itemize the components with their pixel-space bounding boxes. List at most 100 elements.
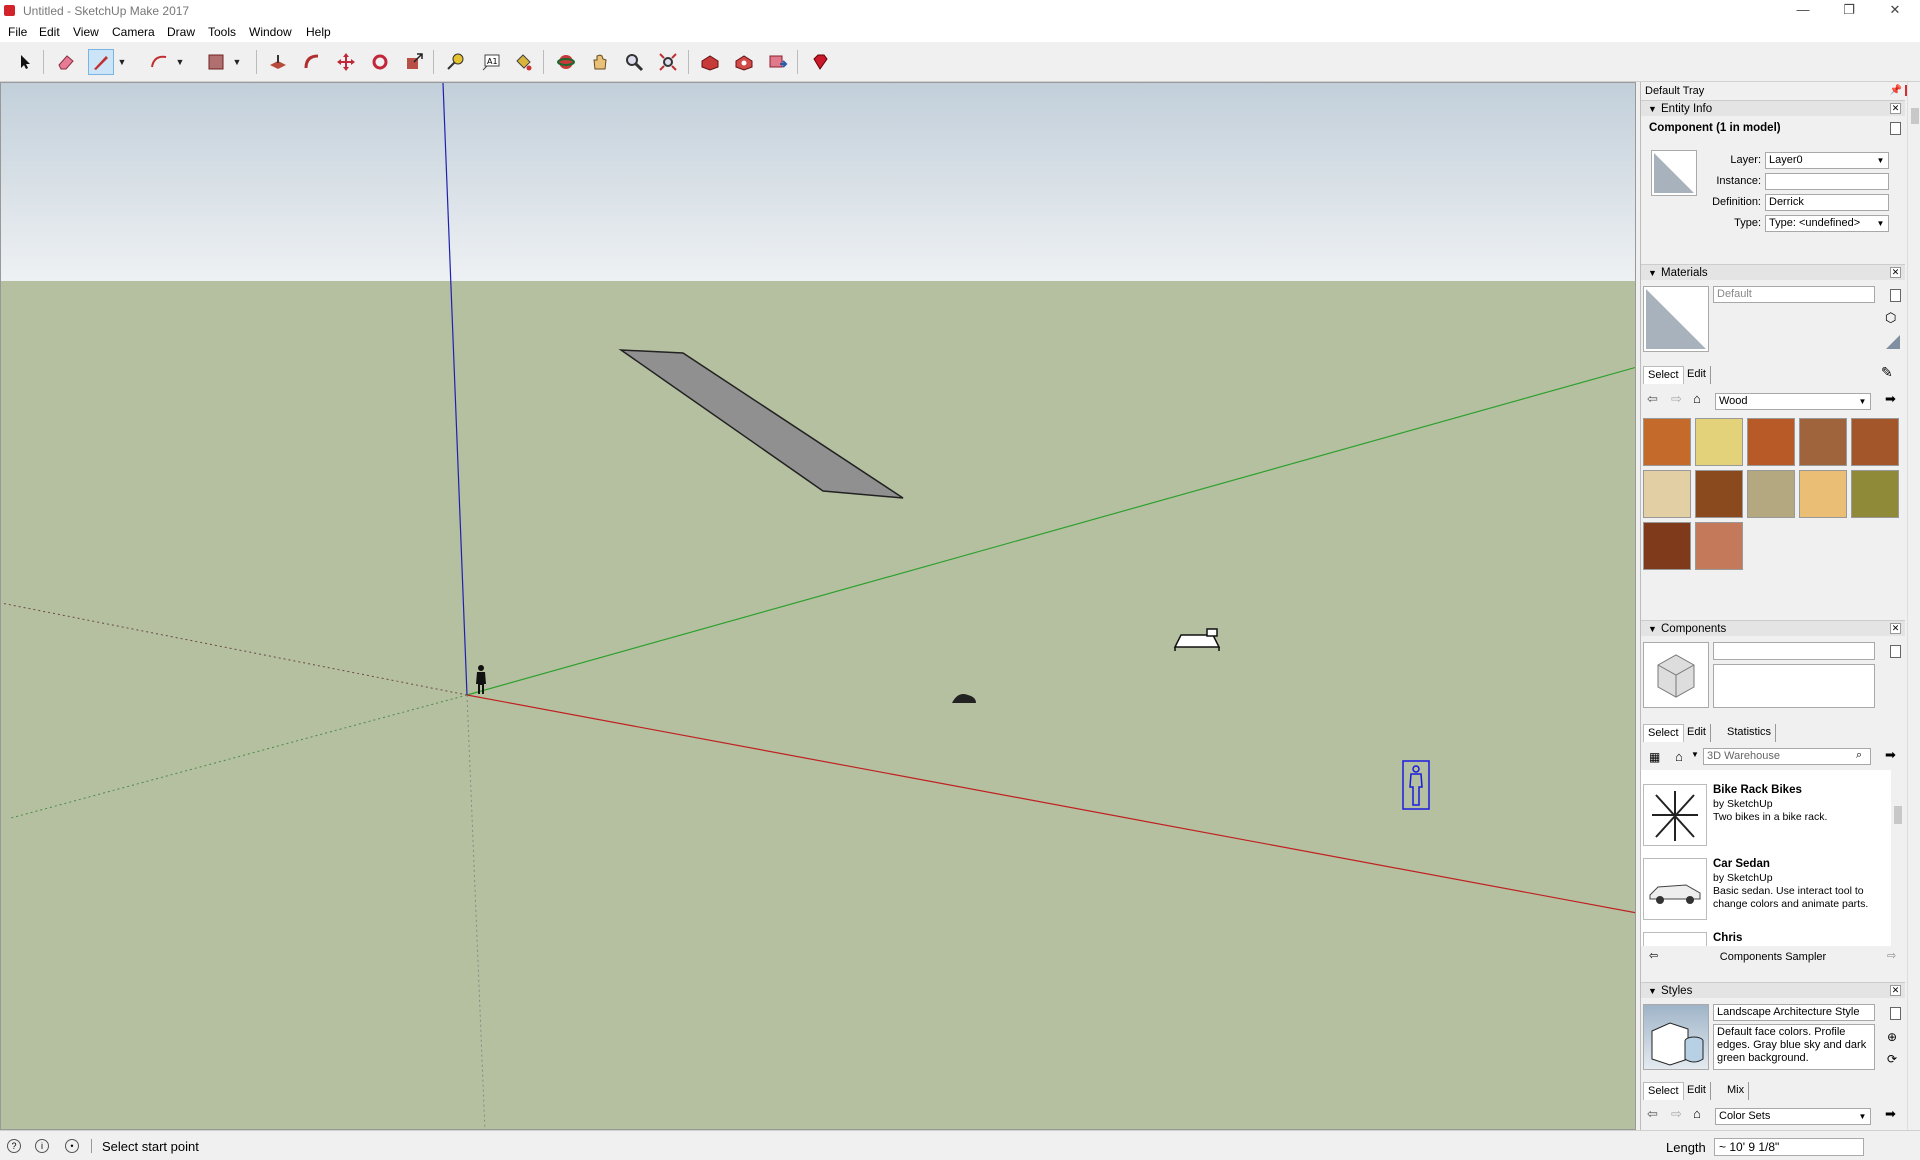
- close-button[interactable]: ✕: [1872, 0, 1918, 22]
- view-options-icon[interactable]: ▦: [1649, 750, 1660, 764]
- material-name-input[interactable]: Default: [1713, 286, 1875, 303]
- material-swatch[interactable]: [1643, 470, 1691, 518]
- style-name-input[interactable]: Landscape Architecture Style: [1713, 1004, 1875, 1021]
- panel-close-icon[interactable]: ✕: [1890, 623, 1901, 634]
- credits-icon[interactable]: i: [35, 1139, 49, 1153]
- paint-bucket-icon[interactable]: [510, 49, 536, 75]
- list-item[interactable]: Bike Rack Bikes by SketchUp Two bikes in…: [1643, 784, 1888, 854]
- type-select[interactable]: Type: <undefined> ▼: [1765, 215, 1889, 232]
- back-icon[interactable]: ⇦: [1649, 949, 1658, 962]
- material-swatch[interactable]: [1695, 470, 1743, 518]
- material-swatch[interactable]: [1747, 418, 1795, 466]
- style-desc-input[interactable]: Default face colors. Profile edges. Gray…: [1713, 1024, 1875, 1070]
- rotate-icon[interactable]: [367, 49, 393, 75]
- forward-icon[interactable]: ⇨: [1887, 949, 1896, 962]
- menu-file[interactable]: File: [8, 25, 27, 39]
- search-icon[interactable]: ⌕: [1856, 749, 1862, 762]
- menu-camera[interactable]: Camera: [112, 25, 155, 39]
- details-arrow-icon[interactable]: ➡: [1885, 1106, 1896, 1122]
- forward-icon[interactable]: ⇨: [1671, 1106, 1682, 1122]
- model-canvas[interactable]: [1, 83, 1636, 1130]
- material-swatch[interactable]: [1643, 522, 1691, 570]
- entity-info-header[interactable]: ▼ Entity Info ✕: [1641, 100, 1905, 116]
- components-edit-tab[interactable]: Edit: [1683, 724, 1711, 742]
- home-icon[interactable]: ⌂: [1675, 749, 1683, 764]
- layer-select[interactable]: Layer0 ▼: [1765, 152, 1889, 169]
- component-list-scrollbar[interactable]: [1891, 770, 1905, 946]
- styles-mix-tab[interactable]: Mix: [1723, 1082, 1750, 1100]
- tray-scrollbar[interactable]: [1907, 82, 1920, 1130]
- material-swatch[interactable]: [1747, 470, 1795, 518]
- line-tool-dropdown-icon[interactable]: ▼: [116, 49, 128, 75]
- panel-close-icon[interactable]: ✕: [1890, 985, 1901, 996]
- drawing-viewport[interactable]: [0, 82, 1636, 1130]
- list-item[interactable]: Chris: [1643, 932, 1888, 946]
- menu-view[interactable]: View: [73, 25, 99, 39]
- component-name-input[interactable]: [1713, 642, 1875, 660]
- scale-icon[interactable]: [401, 49, 427, 75]
- measurements-input[interactable]: ~ 10' 9 1/8": [1714, 1138, 1864, 1156]
- home-icon[interactable]: ⌂: [1693, 1106, 1701, 1121]
- restore-button[interactable]: ❐: [1826, 0, 1872, 22]
- details-arrow-icon[interactable]: ➡: [1885, 747, 1896, 763]
- geolocation-icon[interactable]: ?: [7, 1139, 21, 1153]
- arc-tool-dropdown-icon[interactable]: ▼: [174, 49, 186, 75]
- line-tool-icon[interactable]: [88, 49, 114, 75]
- material-details-icon[interactable]: [1890, 289, 1901, 302]
- back-icon[interactable]: ⇦: [1647, 391, 1658, 407]
- home-icon[interactable]: ⌂: [1693, 391, 1701, 406]
- back-icon[interactable]: ⇦: [1647, 1106, 1658, 1122]
- tape-measure-icon[interactable]: [442, 49, 468, 75]
- details-arrow-icon[interactable]: ➡: [1885, 391, 1896, 407]
- instance-input[interactable]: [1765, 173, 1889, 190]
- minimize-button[interactable]: —: [1780, 0, 1826, 22]
- create-material-icon[interactable]: ⬡: [1885, 310, 1901, 326]
- move-icon[interactable]: [333, 49, 359, 75]
- chevron-down-icon[interactable]: ▼: [1691, 750, 1699, 759]
- menu-help[interactable]: Help: [306, 25, 331, 39]
- materials-select-tab[interactable]: Select: [1643, 366, 1684, 384]
- offset-icon[interactable]: [299, 49, 325, 75]
- material-swatch[interactable]: [1851, 470, 1899, 518]
- material-collection-select[interactable]: Wood ▼: [1715, 393, 1871, 410]
- styles-select-tab[interactable]: Select: [1643, 1082, 1684, 1100]
- style-collection-select[interactable]: Color Sets ▼: [1715, 1108, 1871, 1125]
- components-header[interactable]: ▼ Components ✕: [1641, 620, 1905, 636]
- style-details-icon[interactable]: [1890, 1007, 1901, 1020]
- component-search-input[interactable]: 3D Warehouse: [1703, 748, 1871, 765]
- ruby-icon[interactable]: [807, 49, 833, 75]
- list-item[interactable]: Car Sedan by SketchUp Basic sedan. Use i…: [1643, 858, 1888, 928]
- panel-close-icon[interactable]: ✕: [1890, 267, 1901, 278]
- components-statistics-tab[interactable]: Statistics: [1723, 724, 1777, 742]
- panel-close-icon[interactable]: ✕: [1890, 103, 1901, 114]
- extension-warehouse-icon[interactable]: [731, 49, 757, 75]
- component-desc-input[interactable]: [1713, 664, 1875, 708]
- rectangle-tool-icon[interactable]: [203, 49, 229, 75]
- send-to-layout-icon[interactable]: [765, 49, 791, 75]
- definition-input[interactable]: Derrick: [1765, 194, 1889, 211]
- menu-edit[interactable]: Edit: [39, 25, 60, 39]
- forward-icon[interactable]: ⇨: [1671, 391, 1682, 407]
- zoom-icon[interactable]: [621, 49, 647, 75]
- update-style-icon[interactable]: ⟳: [1887, 1052, 1897, 1066]
- material-swatch[interactable]: [1695, 418, 1743, 466]
- material-swatch[interactable]: [1799, 418, 1847, 466]
- menu-window[interactable]: Window: [249, 25, 292, 39]
- eyedropper-icon[interactable]: ✎: [1881, 364, 1893, 381]
- menu-tools[interactable]: Tools: [208, 25, 236, 39]
- materials-header[interactable]: ▼ Materials ✕: [1641, 264, 1905, 280]
- material-swatch[interactable]: [1799, 470, 1847, 518]
- material-swatch[interactable]: [1851, 418, 1899, 466]
- eraser-icon[interactable]: [53, 49, 79, 75]
- rectangle-tool-dropdown-icon[interactable]: ▼: [231, 49, 243, 75]
- material-swatch[interactable]: [1643, 418, 1691, 466]
- arc-tool-icon[interactable]: [146, 49, 172, 75]
- select-tool-icon[interactable]: [13, 49, 39, 75]
- default-material-icon[interactable]: [1885, 334, 1901, 350]
- component-details-icon[interactable]: [1890, 645, 1901, 658]
- text-tool-icon[interactable]: A1: [478, 49, 504, 75]
- styles-header[interactable]: ▼ Styles ✕: [1641, 982, 1905, 998]
- pan-icon[interactable]: [587, 49, 613, 75]
- 3d-warehouse-icon[interactable]: [697, 49, 723, 75]
- material-swatch[interactable]: [1695, 522, 1743, 570]
